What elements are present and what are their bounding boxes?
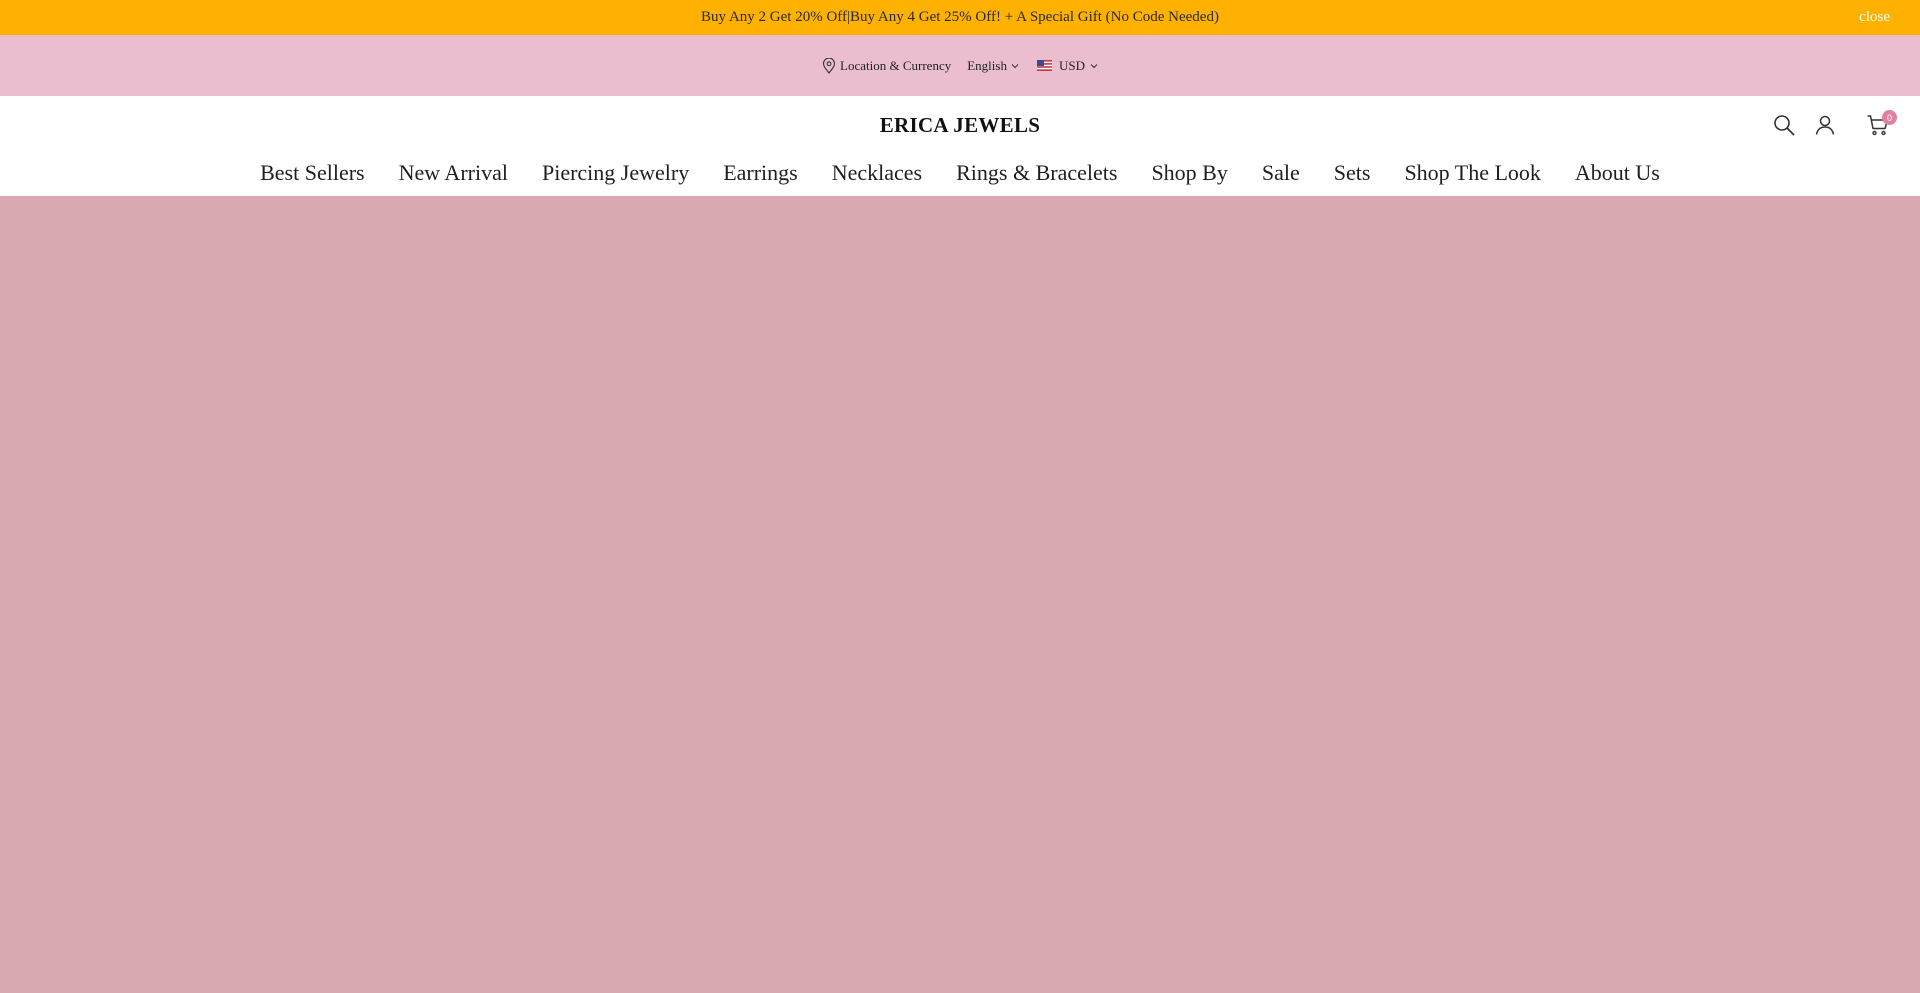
language-selector[interactable]: English (967, 58, 1019, 74)
nav-item-best-sellers[interactable]: Best Sellers (260, 160, 365, 186)
chevron-down-icon (1090, 63, 1098, 68)
location-currency-label: Location & Currency (840, 57, 952, 73)
close-announcement-button[interactable]: close (1859, 9, 1890, 26)
nav-item-new-arrival[interactable]: New Arrival (399, 160, 508, 186)
cart-button[interactable]: 0 (1866, 110, 1897, 137)
site-logo[interactable]: ERICA JEWELS (0, 113, 1920, 138)
announcement-text: Buy Any 2 Get 20% Off|Buy Any 4 Get 25% … (701, 9, 1219, 25)
site-header: ERICA JEWELS 0 Best Sellers New Arrival (0, 96, 1920, 196)
locale-bar: Location & Currency English USD (0, 35, 1920, 96)
search-button[interactable] (1772, 113, 1796, 137)
chevron-down-icon (1011, 63, 1019, 68)
user-icon (1815, 115, 1835, 135)
nav-item-piercing-jewelry[interactable]: Piercing Jewelry (542, 160, 689, 186)
main-nav: Best Sellers New Arrival Piercing Jewelr… (0, 160, 1920, 186)
us-flag-icon (1036, 60, 1052, 71)
nav-item-sets[interactable]: Sets (1334, 160, 1371, 186)
search-icon (1774, 115, 1795, 136)
language-value: English (967, 57, 1007, 73)
account-button[interactable] (1813, 113, 1837, 137)
nav-item-rings-bracelets[interactable]: Rings & Bracelets (956, 160, 1117, 186)
nav-item-necklaces[interactable]: Necklaces (832, 160, 922, 186)
announcement-bar: Buy Any 2 Get 20% Off|Buy Any 4 Get 25% … (0, 0, 1920, 35)
nav-item-earrings[interactable]: Earrings (723, 160, 798, 186)
map-pin-icon (822, 57, 836, 74)
currency-selector[interactable]: USD (1036, 57, 1098, 74)
nav-item-about-us[interactable]: About Us (1575, 160, 1660, 186)
location-currency-button[interactable]: Location & Currency (822, 57, 952, 74)
hero-banner[interactable] (0, 196, 1920, 993)
nav-item-shop-the-look[interactable]: Shop The Look (1404, 160, 1540, 186)
currency-value: USD (1058, 57, 1085, 73)
cart-count-badge: 0 (1882, 110, 1897, 125)
nav-item-sale[interactable]: Sale (1262, 160, 1300, 186)
nav-item-shop-by[interactable]: Shop By (1151, 160, 1227, 186)
header-icons: 0 (1772, 110, 1897, 137)
